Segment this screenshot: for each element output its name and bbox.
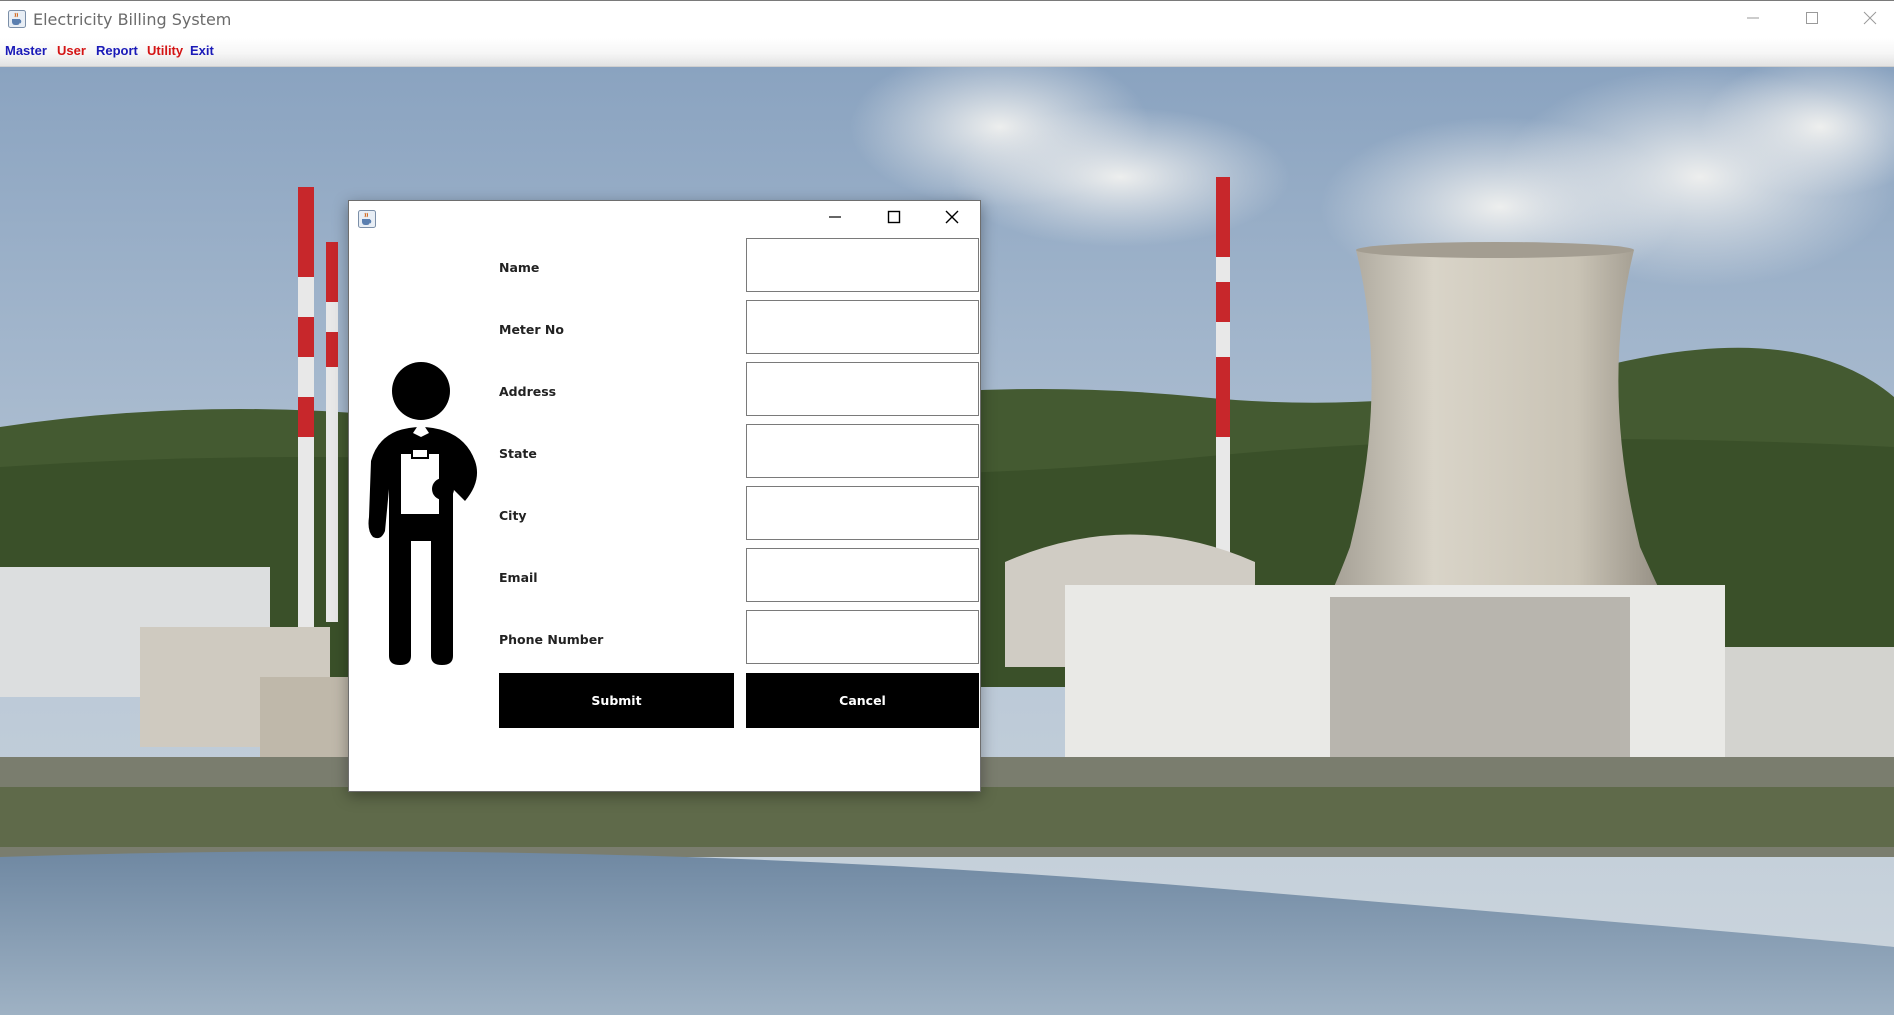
menu-exit[interactable]: Exit	[190, 41, 214, 60]
dialog-close-button[interactable]	[930, 203, 974, 235]
menu-report[interactable]: Report	[96, 41, 138, 60]
submit-button[interactable]: Submit	[499, 673, 734, 728]
java-cup-icon	[8, 10, 26, 28]
phone-number-label: Phone Number	[499, 632, 604, 647]
cancel-button[interactable]: Cancel	[746, 673, 979, 728]
minimize-icon	[828, 210, 842, 229]
city-field[interactable]	[746, 486, 979, 540]
minimize-button[interactable]	[1724, 1, 1782, 39]
new-customer-dialog: Name Meter No Address State City Email P…	[348, 200, 981, 792]
email-field[interactable]	[746, 548, 979, 602]
address-label: Address	[499, 384, 557, 399]
menu-master[interactable]: Master	[5, 41, 47, 60]
window-titlebar: Electricity Billing System	[0, 0, 1894, 38]
meter-no-field[interactable]	[746, 300, 979, 354]
maximize-icon	[887, 210, 901, 229]
email-label: Email	[499, 570, 538, 585]
person-with-clipboard-icon	[367, 361, 483, 667]
name-label: Name	[499, 260, 540, 275]
close-icon	[1863, 11, 1877, 30]
java-cup-icon	[358, 210, 376, 228]
dialog-titlebar	[349, 201, 980, 237]
meter-no-label: Meter No	[499, 322, 564, 337]
close-button[interactable]	[1841, 1, 1894, 39]
menu-bar: Master User Report Utility Exit	[0, 38, 1894, 67]
state-label: State	[499, 446, 537, 461]
minimize-icon	[1746, 11, 1760, 30]
address-field[interactable]	[746, 362, 979, 416]
dialog-minimize-button[interactable]	[813, 203, 857, 235]
menu-utility[interactable]: Utility	[147, 41, 183, 60]
close-icon	[945, 210, 959, 229]
maximize-icon	[1805, 11, 1819, 30]
phone-number-field[interactable]	[746, 610, 979, 664]
city-label: City	[499, 508, 527, 523]
state-field[interactable]	[746, 424, 979, 478]
maximize-button[interactable]	[1783, 1, 1841, 39]
name-field[interactable]	[746, 238, 979, 292]
menu-user[interactable]: User	[57, 41, 86, 60]
dialog-maximize-button[interactable]	[872, 203, 916, 235]
window-title: Electricity Billing System	[33, 10, 232, 29]
